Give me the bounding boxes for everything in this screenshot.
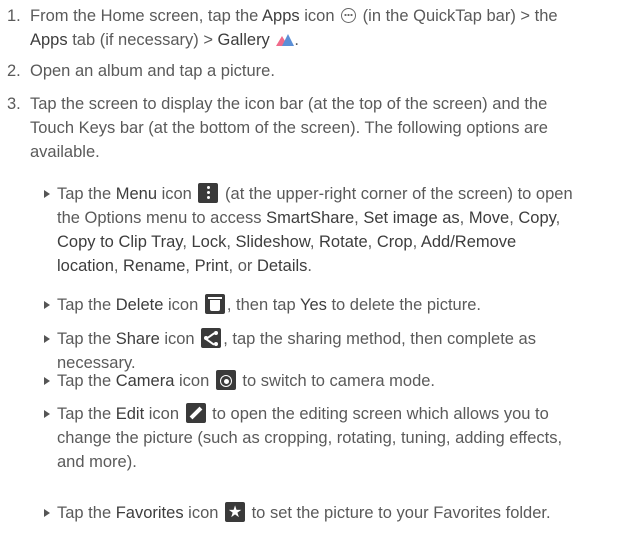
favorites-icon: ★ — [225, 502, 246, 522]
apps-label: Apps — [262, 7, 300, 25]
bullet-text: Tap the Menu icon (at the upper-right co… — [57, 183, 573, 275]
bullet-favorites: Tap the Favorites icon ★ to set the pict… — [44, 501, 636, 525]
bullet-share: Tap the Share icon , tap the sharing met… — [44, 327, 636, 375]
step-1: 1. From the Home screen, tap the Apps ic… — [7, 4, 633, 52]
bullet-marker — [44, 301, 50, 309]
bullet-delete: Tap the Delete icon , then tap Yes to de… — [44, 293, 636, 317]
step-number: 1. — [7, 7, 21, 25]
bullet-camera: Tap the Camera icon to switch to camera … — [44, 369, 636, 393]
bullet-menu: Tap the Menu icon (at the upper-right co… — [44, 182, 636, 278]
bullet-marker — [44, 377, 50, 385]
bullet-marker — [44, 509, 50, 517]
delete-icon — [204, 294, 225, 314]
apps-tab-label: Apps — [30, 31, 68, 49]
gallery-label: Gallery — [217, 31, 270, 49]
bullet-marker — [44, 410, 50, 418]
step-number: 2. — [7, 62, 21, 80]
step-3: 3. Tap the screen to display the icon ba… — [7, 92, 633, 164]
bullet-text: Tap the Delete icon , then tap Yes to de… — [57, 294, 481, 314]
bullet-marker — [44, 335, 50, 343]
step-text: Open an album and tap a picture. — [30, 62, 275, 80]
step-2: 2. Open an album and tap a picture. — [7, 59, 633, 83]
camera-icon — [215, 370, 236, 390]
bullet-text: Tap the Camera icon to switch to camera … — [57, 370, 436, 390]
edit-icon — [185, 403, 206, 423]
step-text: From the Home screen, tap the Apps icon … — [30, 7, 558, 49]
apps-icon — [341, 8, 357, 23]
bullet-text: Tap the Favorites icon ★ to set the pict… — [57, 502, 551, 522]
step-text: Tap the screen to display the icon bar (… — [30, 95, 548, 161]
manual-page: 1. From the Home screen, tap the Apps ic… — [0, 0, 638, 537]
bullet-edit: Tap the Edit icon to open the editing sc… — [44, 402, 636, 474]
bullet-marker — [44, 190, 50, 198]
bullet-text: Tap the Edit icon to open the editing sc… — [57, 403, 563, 471]
bullet-text: Tap the Share icon , tap the sharing met… — [57, 328, 536, 372]
menu-icon — [198, 183, 219, 203]
step-number: 3. — [7, 95, 21, 113]
gallery-icon — [276, 34, 295, 46]
share-icon — [201, 328, 222, 348]
